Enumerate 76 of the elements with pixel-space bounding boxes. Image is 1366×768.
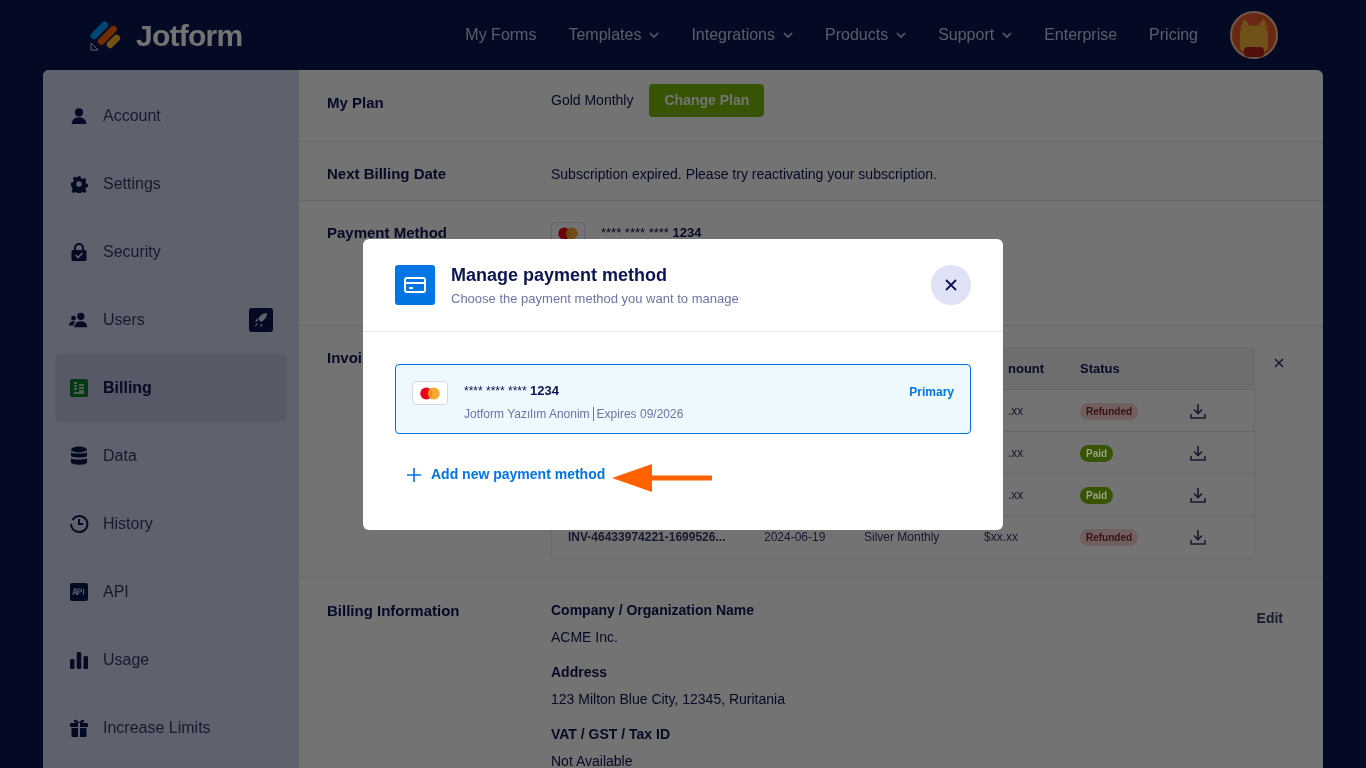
lock-icon — [69, 242, 89, 262]
table-cell: Silver Monthly — [864, 530, 940, 544]
table-cell: INV-46433974221-1699526... — [568, 530, 726, 544]
billing-date-text: Subscription expired. Please try reactivating your subscription. — [551, 165, 937, 184]
modal-title: Manage payment method — [451, 263, 669, 287]
sidebar-item[interactable]: Users — [55, 286, 287, 354]
users-icon — [69, 311, 89, 329]
status-badge: Refunded — [1080, 402, 1139, 420]
sidebar-item[interactable]: Usage — [55, 626, 287, 694]
brand-name[interactable]: Jotform — [136, 12, 243, 58]
nav-link[interactable]: My Forms — [465, 23, 537, 47]
modal-subtitle: Choose the payment method you want to manage — [451, 289, 739, 308]
download-icon[interactable] — [1190, 486, 1206, 503]
status-badge: Paid — [1080, 444, 1114, 462]
field-value: ACME Inc. — [551, 628, 619, 647]
gift-icon — [69, 718, 89, 738]
column-header: nount — [1008, 360, 1045, 376]
table-cell: 2024-06-19 — [764, 530, 826, 544]
sidebar-item[interactable]: Settings — [55, 150, 287, 218]
table-cell: .xx — [1008, 487, 1024, 502]
sidebar-item[interactable]: Account — [55, 82, 287, 150]
section-label: Next Billing Date — [327, 164, 448, 184]
change-plan-button[interactable]: Change Plan — [649, 84, 765, 117]
card-number: **** **** **** 1234 — [464, 382, 560, 400]
history-icon — [69, 514, 89, 534]
nav-link[interactable]: Pricing — [1149, 23, 1198, 47]
nav-link[interactable]: Enterprise — [1044, 23, 1118, 47]
card-expiry: Expires 09/2026 — [596, 405, 684, 423]
status-badge: Paid — [1080, 486, 1114, 504]
plan-name: Gold Monthly — [551, 91, 634, 110]
field-value: Not Available — [551, 752, 634, 768]
download-icon[interactable] — [1190, 444, 1206, 461]
table-cell: .xx — [1008, 445, 1024, 460]
user-icon — [69, 107, 89, 125]
close-icon[interactable] — [1274, 358, 1284, 368]
avatar-icon[interactable] — [1230, 11, 1278, 59]
sidebar-item[interactable]: Billing — [55, 354, 287, 422]
billing-icon — [69, 379, 89, 397]
plus-icon — [407, 467, 421, 482]
status-badge: Refunded — [1080, 529, 1139, 546]
edit-link[interactable]: Edit — [1256, 600, 1295, 629]
sidebar-item[interactable]: Increase Limits — [55, 694, 287, 762]
payment-card-option[interactable]: **** **** **** 1234 Jotform Yazılım Anonim Expires 09/2026 Primary — [395, 364, 971, 434]
table-cell: $xx.xx — [984, 530, 1018, 544]
api-icon — [69, 583, 89, 601]
field-label: VAT / GST / Tax ID — [551, 725, 671, 744]
mastercard-icon — [412, 381, 448, 405]
card-number: **** **** **** 1234 — [601, 224, 702, 242]
table-cell: .xx — [1008, 403, 1024, 418]
section-label: Payment Method — [327, 223, 448, 243]
field-value: 123 Milton Blue City, 12345, Ruritania — [551, 690, 786, 709]
download-icon[interactable] — [1190, 529, 1206, 545]
nav-link[interactable]: Integrations — [691, 23, 793, 47]
primary-label: Primary — [909, 384, 954, 401]
section-label: Invoi — [327, 348, 363, 368]
close-icon — [945, 279, 957, 291]
sidebar-item[interactable]: History — [55, 490, 287, 558]
card-holder: Jotform Yazılım Anonim — [464, 405, 590, 423]
sidebar-item[interactable]: Security — [55, 218, 287, 286]
database-icon — [69, 446, 89, 466]
close-button[interactable] — [931, 265, 971, 305]
section-label: My Plan — [327, 93, 385, 113]
sidebar-item[interactable]: API — [55, 558, 287, 626]
nav-link[interactable]: Support — [938, 23, 1013, 47]
nav-link[interactable]: Templates — [568, 23, 660, 47]
download-icon[interactable] — [1190, 402, 1206, 419]
section-label: Billing Information — [327, 601, 461, 621]
field-label: Address — [551, 663, 609, 682]
column-header: Status — [1080, 360, 1120, 376]
sidebar-item[interactable]: Data — [55, 422, 287, 490]
gear-icon — [69, 175, 89, 193]
field-label: Company / Organization Name — [551, 601, 756, 620]
nav-link[interactable]: Products — [825, 23, 907, 47]
chart-icon — [69, 651, 89, 669]
add-payment-method-link[interactable]: Add new payment method — [407, 464, 606, 485]
credit-card-icon — [395, 265, 435, 305]
